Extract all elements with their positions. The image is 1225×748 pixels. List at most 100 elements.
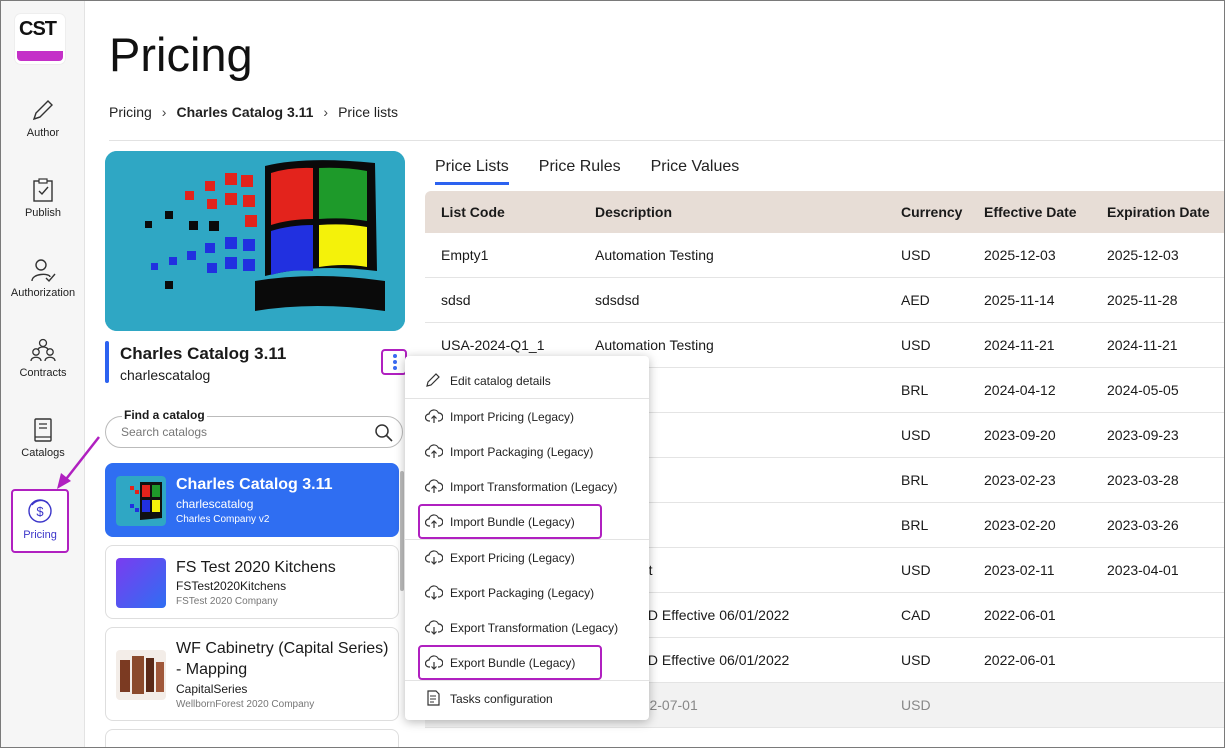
kebab-dot bbox=[393, 354, 397, 358]
breadcrumb-catalog[interactable]: Charles Catalog 3.11 bbox=[176, 104, 313, 120]
app-logo[interactable]: CST bbox=[15, 14, 65, 64]
cell-currency: USD bbox=[901, 697, 931, 713]
cell-effective-date: 2024-11-21 bbox=[984, 337, 1055, 353]
menu-item-label: Import Packaging (Legacy) bbox=[450, 445, 594, 459]
divider bbox=[109, 140, 1224, 141]
catalog-accent-bar bbox=[105, 341, 109, 383]
table-row[interactable]: Empty1 Automation Testing USD 2025-12-03 202… bbox=[425, 233, 1224, 278]
chevron-right-icon: › bbox=[323, 104, 329, 120]
pen-icon bbox=[32, 100, 53, 121]
cloud-upload-icon bbox=[425, 479, 443, 493]
cell-expiration-date: 2023-09-23 bbox=[1107, 427, 1179, 443]
catalog-list-item-selected[interactable]: Charles Catalog 3.11 charlescatalog Char… bbox=[105, 463, 399, 537]
menu-item-import-transformation[interactable]: Import Transformation (Legacy) bbox=[405, 469, 649, 504]
nav-item-contracts[interactable]: Contracts bbox=[1, 337, 85, 407]
column-header-effective-date[interactable]: Effective Date bbox=[984, 204, 1077, 220]
nav-item-pricing[interactable]: $ Pricing bbox=[11, 489, 69, 553]
catalog-list-item[interactable]: FS Test 2020 Kitchens FSTest2020Kitchens… bbox=[105, 545, 399, 619]
catalog-list-item[interactable] bbox=[105, 729, 399, 747]
catalog-code: charlescatalog bbox=[120, 367, 211, 383]
svg-text:$: $ bbox=[36, 504, 44, 519]
nav-item-authorization[interactable]: Authorization bbox=[1, 257, 85, 327]
cell-currency: CAD bbox=[901, 607, 931, 623]
menu-item-import-packaging[interactable]: Import Packaging (Legacy) bbox=[405, 434, 649, 469]
cell-description: sdsdsd bbox=[595, 292, 640, 308]
column-header-currency[interactable]: Currency bbox=[901, 204, 962, 220]
nav-item-publish[interactable]: Publish bbox=[1, 177, 85, 247]
cell-effective-date: 2024-04-12 bbox=[984, 382, 1056, 398]
menu-item-label: Import Pricing (Legacy) bbox=[450, 410, 575, 424]
cell-description: Automation Testing bbox=[595, 247, 714, 263]
cell-effective-date: 2025-12-03 bbox=[984, 247, 1056, 263]
chevron-right-icon: › bbox=[161, 104, 167, 120]
menu-item-import-bundle[interactable]: Import Bundle (Legacy) bbox=[418, 504, 602, 539]
table-row[interactable]: sdsd sdsdsd AED 2025-11-14 2025-11-28 bbox=[425, 278, 1224, 323]
cell-currency: BRL bbox=[901, 517, 929, 533]
menu-item-label: Import Bundle (Legacy) bbox=[450, 515, 575, 529]
column-header-list-code[interactable]: List Code bbox=[441, 204, 505, 220]
cell-effective-date: 2023-02-23 bbox=[984, 472, 1056, 488]
menu-item-export-bundle[interactable]: Export Bundle (Legacy) bbox=[418, 645, 602, 680]
cell-effective-date: 2023-09-20 bbox=[984, 427, 1056, 443]
more-options-button[interactable] bbox=[381, 349, 407, 375]
logo-accent bbox=[17, 51, 63, 61]
cell-currency: USD bbox=[901, 337, 931, 353]
menu-item-label: Export Packaging (Legacy) bbox=[450, 586, 595, 600]
cell-effective-date: 2022-06-01 bbox=[984, 652, 1056, 668]
cell-effective-date: 2023-02-11 bbox=[984, 562, 1055, 578]
cell-expiration-date: 2023-04-01 bbox=[1107, 562, 1179, 578]
cloud-download-icon bbox=[425, 585, 443, 600]
cell-effective-date: 2025-11-14 bbox=[984, 292, 1055, 308]
cell-expiration-date: 2023-03-28 bbox=[1107, 472, 1179, 488]
catalog-name: Charles Catalog 3.11 bbox=[120, 344, 287, 363]
menu-item-export-transformation[interactable]: Export Transformation (Legacy) bbox=[405, 610, 649, 645]
menu-item-export-packaging[interactable]: Export Packaging (Legacy) bbox=[405, 575, 649, 610]
tab-price-rules[interactable]: Price Rules bbox=[539, 158, 621, 185]
side-nav: CST Author Publish Authorization Contrac… bbox=[1, 1, 85, 747]
tab-price-values[interactable]: Price Values bbox=[651, 158, 740, 185]
cell-currency: USD bbox=[901, 652, 931, 668]
checklist-icon bbox=[427, 690, 440, 706]
search-input[interactable] bbox=[121, 425, 361, 439]
cell-expiration-date: 2024-11-21 bbox=[1107, 337, 1178, 353]
menu-item-export-pricing[interactable]: Export Pricing (Legacy) bbox=[405, 540, 649, 575]
kebab-dot bbox=[393, 366, 397, 370]
nav-item-author[interactable]: Author bbox=[1, 97, 85, 167]
tab-price-lists[interactable]: Price Lists bbox=[435, 158, 509, 185]
catalog-item-code: CapitalSeries bbox=[176, 682, 248, 696]
cell-expiration-date: 2023-03-26 bbox=[1107, 517, 1179, 533]
cell-expiration-date: 2025-12-03 bbox=[1107, 247, 1179, 263]
search-label: Find a catalog bbox=[122, 408, 207, 422]
annotation-arrow bbox=[57, 436, 100, 489]
search-icon[interactable] bbox=[374, 423, 394, 443]
nav-label-pricing: Pricing bbox=[23, 529, 57, 541]
page-title: Pricing bbox=[109, 28, 253, 81]
list-scrollbar[interactable] bbox=[400, 471, 404, 591]
column-header-description[interactable]: Description bbox=[595, 204, 672, 220]
catalog-thumbnail bbox=[116, 476, 166, 526]
cell-effective-date: 2023-02-20 bbox=[984, 517, 1056, 533]
menu-item-edit-catalog-details[interactable]: Edit catalog details bbox=[405, 363, 649, 398]
nav-label-contracts: Contracts bbox=[19, 367, 67, 379]
breadcrumb-pricing[interactable]: Pricing bbox=[109, 104, 152, 120]
menu-item-import-pricing[interactable]: Import Pricing (Legacy) bbox=[405, 399, 649, 434]
catalog-item-company: WellbornForest 2020 Company bbox=[176, 699, 315, 710]
catalog-item-code: charlescatalog bbox=[176, 497, 254, 511]
catalog-item-name: WF Cabinetry (Capital Series) bbox=[176, 640, 389, 657]
table-header: List Code Description Currency Effective… bbox=[425, 191, 1224, 233]
menu-item-label: Import Transformation (Legacy) bbox=[450, 480, 618, 494]
cell-currency: BRL bbox=[901, 472, 929, 488]
menu-item-tasks-configuration[interactable]: Tasks configuration bbox=[405, 681, 649, 716]
catalog-list-item[interactable]: WF Cabinetry (Capital Series) - Mapping … bbox=[105, 627, 399, 721]
nav-label-publish: Publish bbox=[24, 207, 62, 219]
cell-currency: AED bbox=[901, 292, 930, 308]
column-header-expiration-date[interactable]: Expiration Date bbox=[1107, 204, 1210, 220]
cloud-upload-icon bbox=[425, 409, 443, 423]
cloud-download-icon bbox=[425, 655, 443, 670]
user-check-icon bbox=[31, 259, 56, 283]
cell-currency: BRL bbox=[901, 382, 929, 398]
catalog-item-name: FS Test 2020 Kitchens bbox=[176, 559, 336, 576]
pen-icon bbox=[426, 373, 440, 387]
catalog-item-name-line2: - Mapping bbox=[176, 661, 248, 678]
tab-bar: Price Lists Price Rules Price Values bbox=[435, 158, 739, 185]
